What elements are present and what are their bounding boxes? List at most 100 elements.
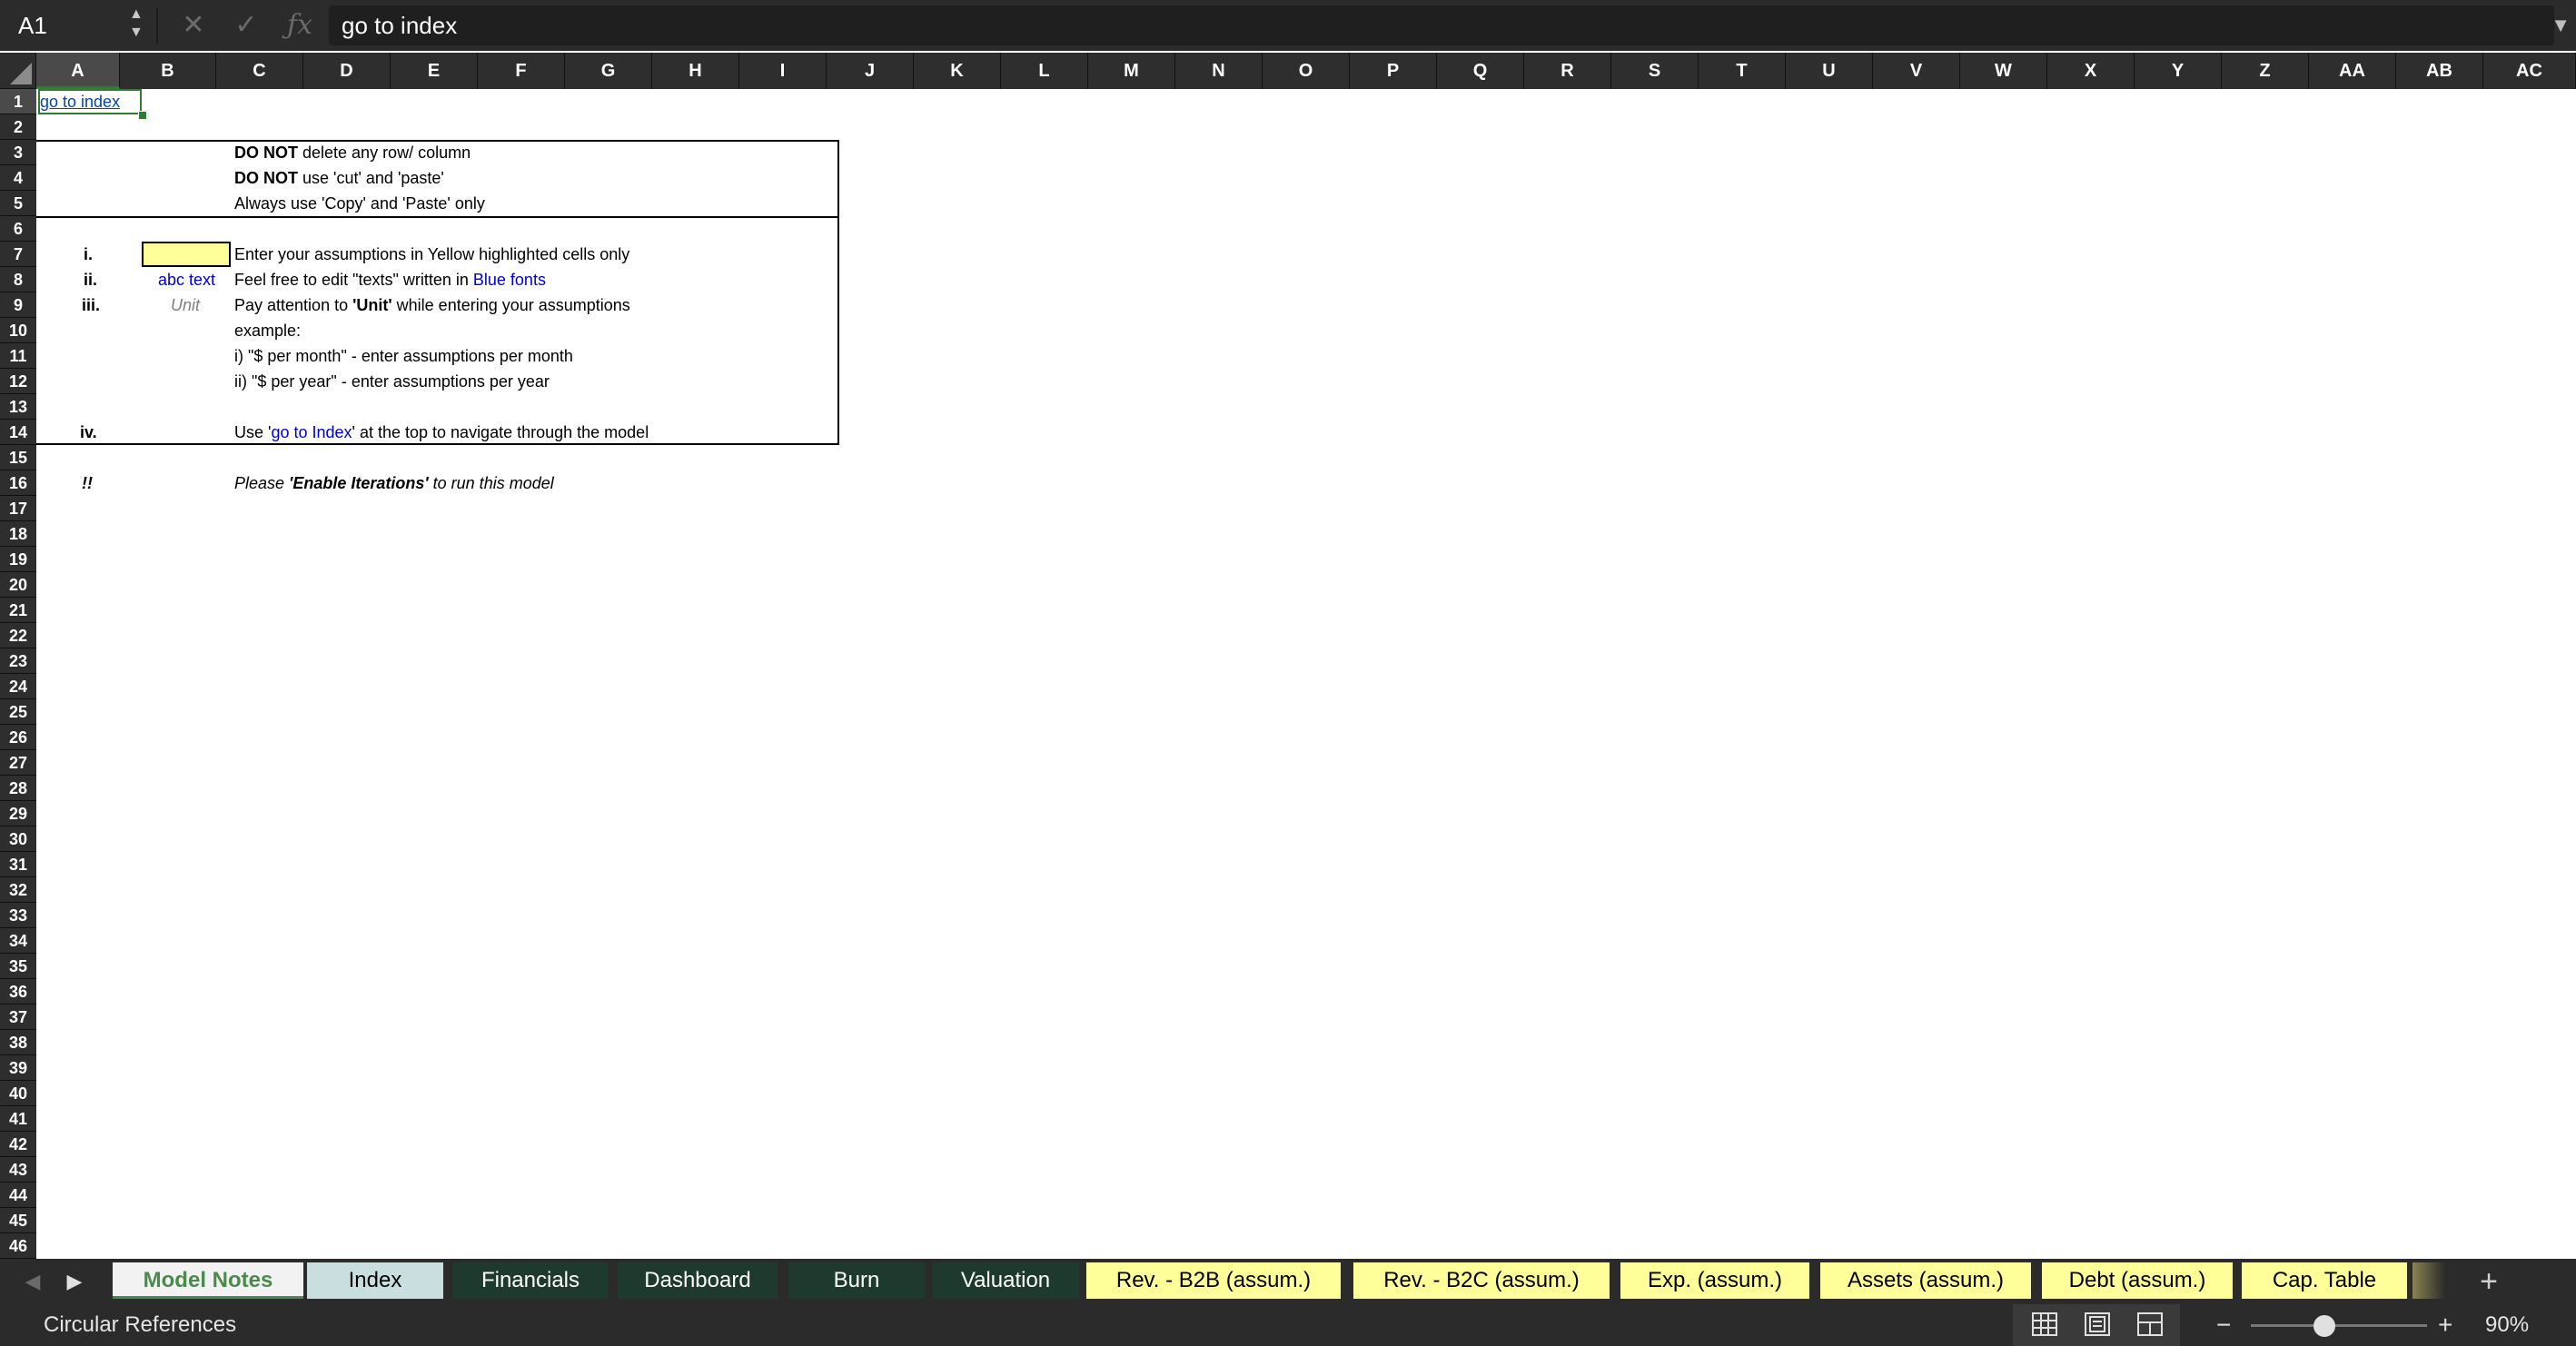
row-header-42[interactable]: 42 <box>0 1132 36 1157</box>
select-all-corner[interactable] <box>0 53 36 89</box>
row-header-46[interactable]: 46 <box>0 1233 36 1259</box>
column-header-k[interactable]: K <box>914 53 1001 89</box>
row-header-40[interactable]: 40 <box>0 1081 36 1106</box>
close-icon[interactable]: ✕ <box>178 0 209 51</box>
column-header-r[interactable]: R <box>1524 53 1611 89</box>
column-header-q[interactable]: Q <box>1437 53 1524 89</box>
column-header-f[interactable]: F <box>478 53 565 89</box>
column-header-ab[interactable]: AB <box>2396 53 2483 89</box>
name-box-stepper-icon[interactable]: ▲ ▼ <box>129 5 144 42</box>
row-header-8[interactable]: 8 <box>0 267 36 292</box>
tab-rev-b2c-assum[interactable]: Rev. - B2C (assum.) <box>1353 1262 1610 1299</box>
row-header-28[interactable]: 28 <box>0 776 36 801</box>
column-header-a[interactable]: A <box>36 53 120 89</box>
tab-exp-assum[interactable]: Exp. (assum.) <box>1620 1262 1809 1299</box>
row-header-22[interactable]: 22 <box>0 623 36 648</box>
row-header-24[interactable]: 24 <box>0 674 36 699</box>
column-header-y[interactable]: Y <box>2135 53 2222 89</box>
row-header-3[interactable]: 3 <box>0 140 36 165</box>
worksheet-grid[interactable]: go to index DO NOT delete any row/ colum… <box>36 89 2576 1259</box>
row-header-13[interactable]: 13 <box>0 394 36 420</box>
row-header-45[interactable]: 45 <box>0 1208 36 1233</box>
column-header-b[interactable]: B <box>120 53 216 89</box>
row-header-16[interactable]: 16 <box>0 470 36 496</box>
row-header-37[interactable]: 37 <box>0 1005 36 1030</box>
row-header-23[interactable]: 23 <box>0 648 36 674</box>
row-header-9[interactable]: 9 <box>0 292 36 318</box>
column-header-ac[interactable]: AC <box>2483 53 2576 89</box>
row-header-25[interactable]: 25 <box>0 699 36 725</box>
tab-financials[interactable]: Financials <box>452 1262 609 1299</box>
row-header-30[interactable]: 30 <box>0 826 36 852</box>
column-header-n[interactable]: N <box>1175 53 1263 89</box>
tab-index[interactable]: Index <box>307 1262 443 1299</box>
row-header-18[interactable]: 18 <box>0 521 36 547</box>
tab-scroll-right-icon[interactable]: ▶ <box>58 1259 91 1304</box>
tab-dashboard[interactable]: Dashboard <box>618 1262 778 1299</box>
tab-debt-assum[interactable]: Debt (assum.) <box>2042 1262 2233 1299</box>
column-header-u[interactable]: U <box>1786 53 1873 89</box>
page-break-view-icon[interactable] <box>2136 1311 2164 1337</box>
row-header-7[interactable]: 7 <box>0 242 36 267</box>
row-header-31[interactable]: 31 <box>0 852 36 877</box>
status-circular-references[interactable]: Circular References <box>44 1304 236 1346</box>
column-header-g[interactable]: G <box>565 53 652 89</box>
row-header-35[interactable]: 35 <box>0 954 36 979</box>
row-header-36[interactable]: 36 <box>0 979 36 1005</box>
row-header-6[interactable]: 6 <box>0 216 36 242</box>
row-header-5[interactable]: 5 <box>0 191 36 216</box>
go-to-index-link[interactable]: go to index <box>40 89 120 114</box>
column-header-h[interactable]: H <box>652 53 739 89</box>
column-header-i[interactable]: I <box>739 53 827 89</box>
fill-handle[interactable] <box>138 111 147 120</box>
page-layout-view-icon[interactable] <box>2084 1311 2111 1337</box>
chevron-down-icon[interactable]: ▼ <box>2551 0 2571 51</box>
column-header-x[interactable]: X <box>2047 53 2135 89</box>
column-header-e[interactable]: E <box>391 53 478 89</box>
zoom-slider-thumb[interactable] <box>2313 1315 2336 1337</box>
column-header-m[interactable]: M <box>1088 53 1175 89</box>
row-header-26[interactable]: 26 <box>0 725 36 750</box>
row-header-43[interactable]: 43 <box>0 1157 36 1183</box>
tab-rev-b2b-assum[interactable]: Rev. - B2B (assum.) <box>1086 1262 1341 1299</box>
row-header-17[interactable]: 17 <box>0 496 36 521</box>
row-header-39[interactable]: 39 <box>0 1055 36 1081</box>
column-header-t[interactable]: T <box>1699 53 1786 89</box>
column-header-j[interactable]: J <box>827 53 914 89</box>
row-header-11[interactable]: 11 <box>0 343 36 369</box>
row-header-15[interactable]: 15 <box>0 445 36 470</box>
column-header-o[interactable]: O <box>1263 53 1350 89</box>
tab-assets-assum[interactable]: Assets (assum.) <box>1820 1262 2031 1299</box>
tab-cap-table[interactable]: Cap. Table <box>2242 1262 2407 1299</box>
checkmark-icon[interactable]: ✓ <box>229 0 263 51</box>
zoom-out-button[interactable]: − <box>2216 1304 2231 1346</box>
yellow-input-sample-cell[interactable] <box>142 242 231 267</box>
row-header-20[interactable]: 20 <box>0 572 36 598</box>
zoom-slider-track[interactable] <box>2251 1324 2427 1327</box>
zoom-in-button[interactable]: + <box>2438 1304 2452 1346</box>
row-header-12[interactable]: 12 <box>0 369 36 394</box>
column-header-l[interactable]: L <box>1001 53 1088 89</box>
column-header-c[interactable]: C <box>216 53 303 89</box>
row-header-29[interactable]: 29 <box>0 801 36 826</box>
row-header-27[interactable]: 27 <box>0 750 36 776</box>
row-header-33[interactable]: 33 <box>0 903 36 928</box>
column-header-d[interactable]: D <box>303 53 391 89</box>
fx-icon[interactable]: ƒx <box>282 0 318 51</box>
tab-model-notes[interactable]: Model Notes <box>113 1262 303 1299</box>
row-header-21[interactable]: 21 <box>0 598 36 623</box>
column-header-w[interactable]: W <box>1960 53 2047 89</box>
tab-valuation[interactable]: Valuation <box>932 1262 1079 1299</box>
column-header-p[interactable]: P <box>1350 53 1437 89</box>
normal-view-icon[interactable] <box>2031 1311 2058 1337</box>
column-header-z[interactable]: Z <box>2222 53 2309 89</box>
row-header-19[interactable]: 19 <box>0 547 36 572</box>
row-header-41[interactable]: 41 <box>0 1106 36 1132</box>
row-header-14[interactable]: 14 <box>0 420 36 445</box>
row-header-32[interactable]: 32 <box>0 877 36 903</box>
add-sheet-icon[interactable]: + <box>2469 1259 2509 1304</box>
row-header-4[interactable]: 4 <box>0 165 36 191</box>
tab-scroll-left-icon[interactable]: ◀ <box>16 1259 49 1304</box>
row-header-34[interactable]: 34 <box>0 928 36 954</box>
zoom-level[interactable]: 90% <box>2485 1304 2529 1346</box>
